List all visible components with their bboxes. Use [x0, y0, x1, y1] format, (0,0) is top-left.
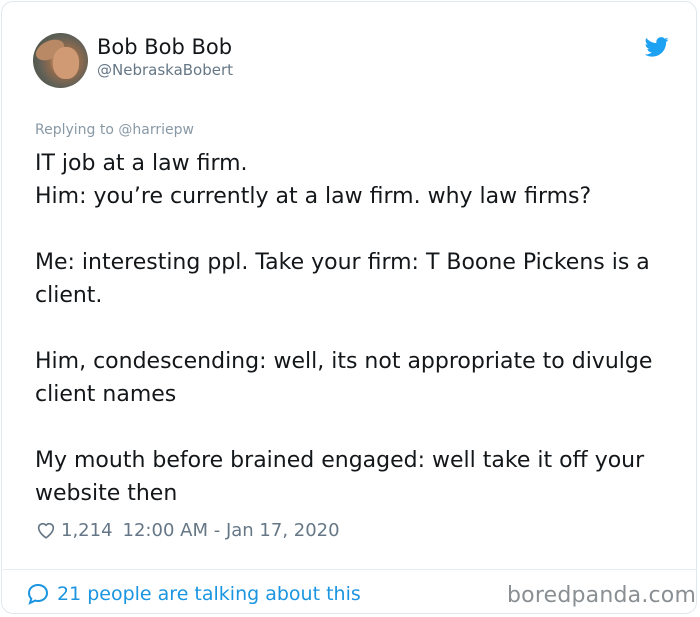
- tweet-paragraph: IT job at a law firm. Him: you’re curren…: [35, 147, 675, 213]
- tweet-date[interactable]: Jan 17, 2020: [226, 520, 340, 541]
- divider: [3, 569, 697, 570]
- conversation-label[interactable]: 21 people are talking about this: [57, 583, 361, 605]
- author-handle[interactable]: @NebraskaBobert: [97, 61, 233, 79]
- twitter-bird-icon[interactable]: [645, 37, 669, 57]
- tweet-card: Bob Bob Bob @NebraskaBobert Replying to …: [1, 1, 697, 614]
- conversation-link[interactable]: 21 people are talking about this: [26, 581, 361, 607]
- tweet-line: IT job at a law firm.: [35, 151, 248, 176]
- heart-icon[interactable]: [35, 519, 57, 541]
- tweet-paragraph: Me: interesting ppl. Take your firm: T B…: [35, 246, 675, 312]
- avatar[interactable]: [33, 33, 88, 88]
- tweet-time[interactable]: 12:00 AM: [123, 520, 208, 541]
- tweet-paragraph: My mouth before brained engaged: well ta…: [35, 444, 675, 510]
- date-separator: -: [213, 519, 221, 541]
- replying-to: Replying to @harriepw: [35, 122, 194, 138]
- tweet-line: Me: interesting ppl. Take your firm: T B…: [35, 250, 650, 308]
- replying-handle-link[interactable]: @harriepw: [118, 122, 194, 138]
- avatar-face: [53, 47, 79, 79]
- tweet-paragraph: Him, condescending: well, its not approp…: [35, 345, 675, 411]
- replying-label: Replying to: [35, 122, 114, 138]
- author-name[interactable]: Bob Bob Bob: [97, 35, 232, 59]
- like-count[interactable]: 1,214: [61, 520, 113, 541]
- watermark: boredpanda.com: [507, 583, 697, 608]
- tweet-line: Him: you’re currently at a law firm. why…: [35, 184, 592, 209]
- tweet-text: IT job at a law firm. Him: you’re curren…: [35, 147, 675, 543]
- tweet-meta: 1,214 12:00 AM - Jan 17, 2020: [35, 517, 340, 543]
- tweet-line: My mouth before brained engaged: well ta…: [35, 448, 645, 506]
- tweet-line: Him, condescending: well, its not approp…: [35, 349, 653, 407]
- speech-bubble-icon: [27, 583, 49, 605]
